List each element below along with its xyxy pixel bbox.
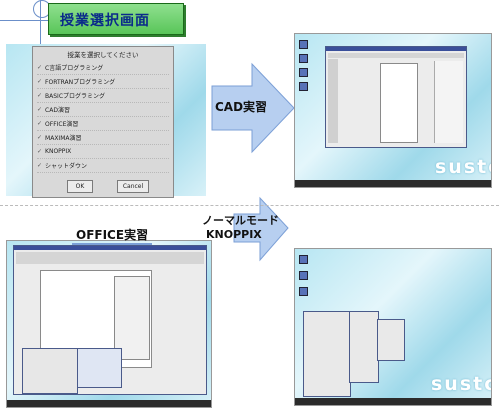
check-icon: ✓ — [37, 134, 43, 141]
taskbar — [295, 180, 491, 187]
page-title: 授業選択画面 — [60, 13, 150, 29]
menu-item-shutdown[interactable]: ✓ シャットダウン — [37, 159, 169, 173]
desktop-icon — [299, 82, 308, 91]
knoppix-desktop-screenshot: sustc — [294, 248, 492, 406]
desktop-icon — [299, 54, 308, 63]
window-titlebar — [326, 47, 466, 51]
office-label: OFFICE実習 — [72, 226, 153, 245]
menu-item-cad[interactable]: ✓ CAD演習 — [37, 103, 169, 117]
check-icon: ✓ — [37, 92, 43, 99]
course-select-dialog: 授業を選択してください ✓ C言語プログラミング ✓ FORTRANプログラミング … — [32, 46, 174, 198]
menu-item-knoppix[interactable]: ✓ KNOPPIX — [37, 145, 169, 159]
office-submenu — [76, 348, 122, 388]
desktop-icon — [299, 40, 308, 49]
window-tool-palette — [328, 59, 338, 143]
desktop-icon — [299, 255, 308, 264]
window-toolbar — [328, 53, 464, 58]
check-icon: ✓ — [37, 64, 43, 71]
knoppix-label-line2: KNOPPIX — [206, 228, 262, 241]
menu-item-fortran[interactable]: ✓ FORTRANプログラミング — [37, 75, 169, 89]
desktop-wallpaper-text: sustc — [431, 373, 492, 395]
desktop-icon — [299, 287, 308, 296]
section-divider — [0, 205, 499, 206]
menu-item-office[interactable]: ✓ OFFICE演習 — [37, 117, 169, 131]
menu-item-c[interactable]: ✓ C言語プログラミング — [37, 61, 169, 75]
check-icon: ✓ — [37, 148, 43, 155]
check-icon: ✓ — [37, 78, 43, 85]
knoppix-start-menu — [303, 311, 351, 397]
cad-drawing-sheet — [380, 63, 418, 143]
menu-item-basic[interactable]: ✓ BASICプログラミング — [37, 89, 169, 103]
window-toolbar — [16, 252, 204, 264]
desktop-wallpaper-text: sustc — [435, 156, 491, 178]
taskbar — [295, 398, 491, 405]
desktop-icon — [299, 271, 308, 280]
dialog-heading: 授業を選択してください — [67, 51, 139, 59]
office-window — [13, 245, 207, 395]
knoppix-submenu-2 — [377, 319, 405, 361]
desktop-icon — [299, 68, 308, 77]
taskbar — [7, 400, 211, 407]
menu-item-maxima[interactable]: ✓ MAXIMA演習 — [37, 131, 169, 145]
cad-window — [325, 46, 467, 148]
office-start-menu — [22, 348, 78, 394]
knoppix-submenu — [349, 311, 379, 383]
check-icon: ✓ — [37, 120, 43, 127]
cad-desktop-screenshot: sustc — [294, 33, 492, 188]
window-titlebar — [14, 246, 206, 250]
cad-label: CAD実習 — [215, 100, 268, 114]
title-guide-line — [0, 20, 50, 21]
ok-button[interactable]: OK — [67, 180, 93, 193]
check-icon: ✓ — [37, 162, 43, 169]
check-icon: ✓ — [37, 106, 43, 113]
knoppix-label-line1: ノーマルモード — [202, 214, 279, 227]
office-desktop-screenshot — [6, 240, 212, 408]
window-side-panel — [434, 61, 463, 143]
cancel-button[interactable]: Cancel — [117, 180, 149, 193]
